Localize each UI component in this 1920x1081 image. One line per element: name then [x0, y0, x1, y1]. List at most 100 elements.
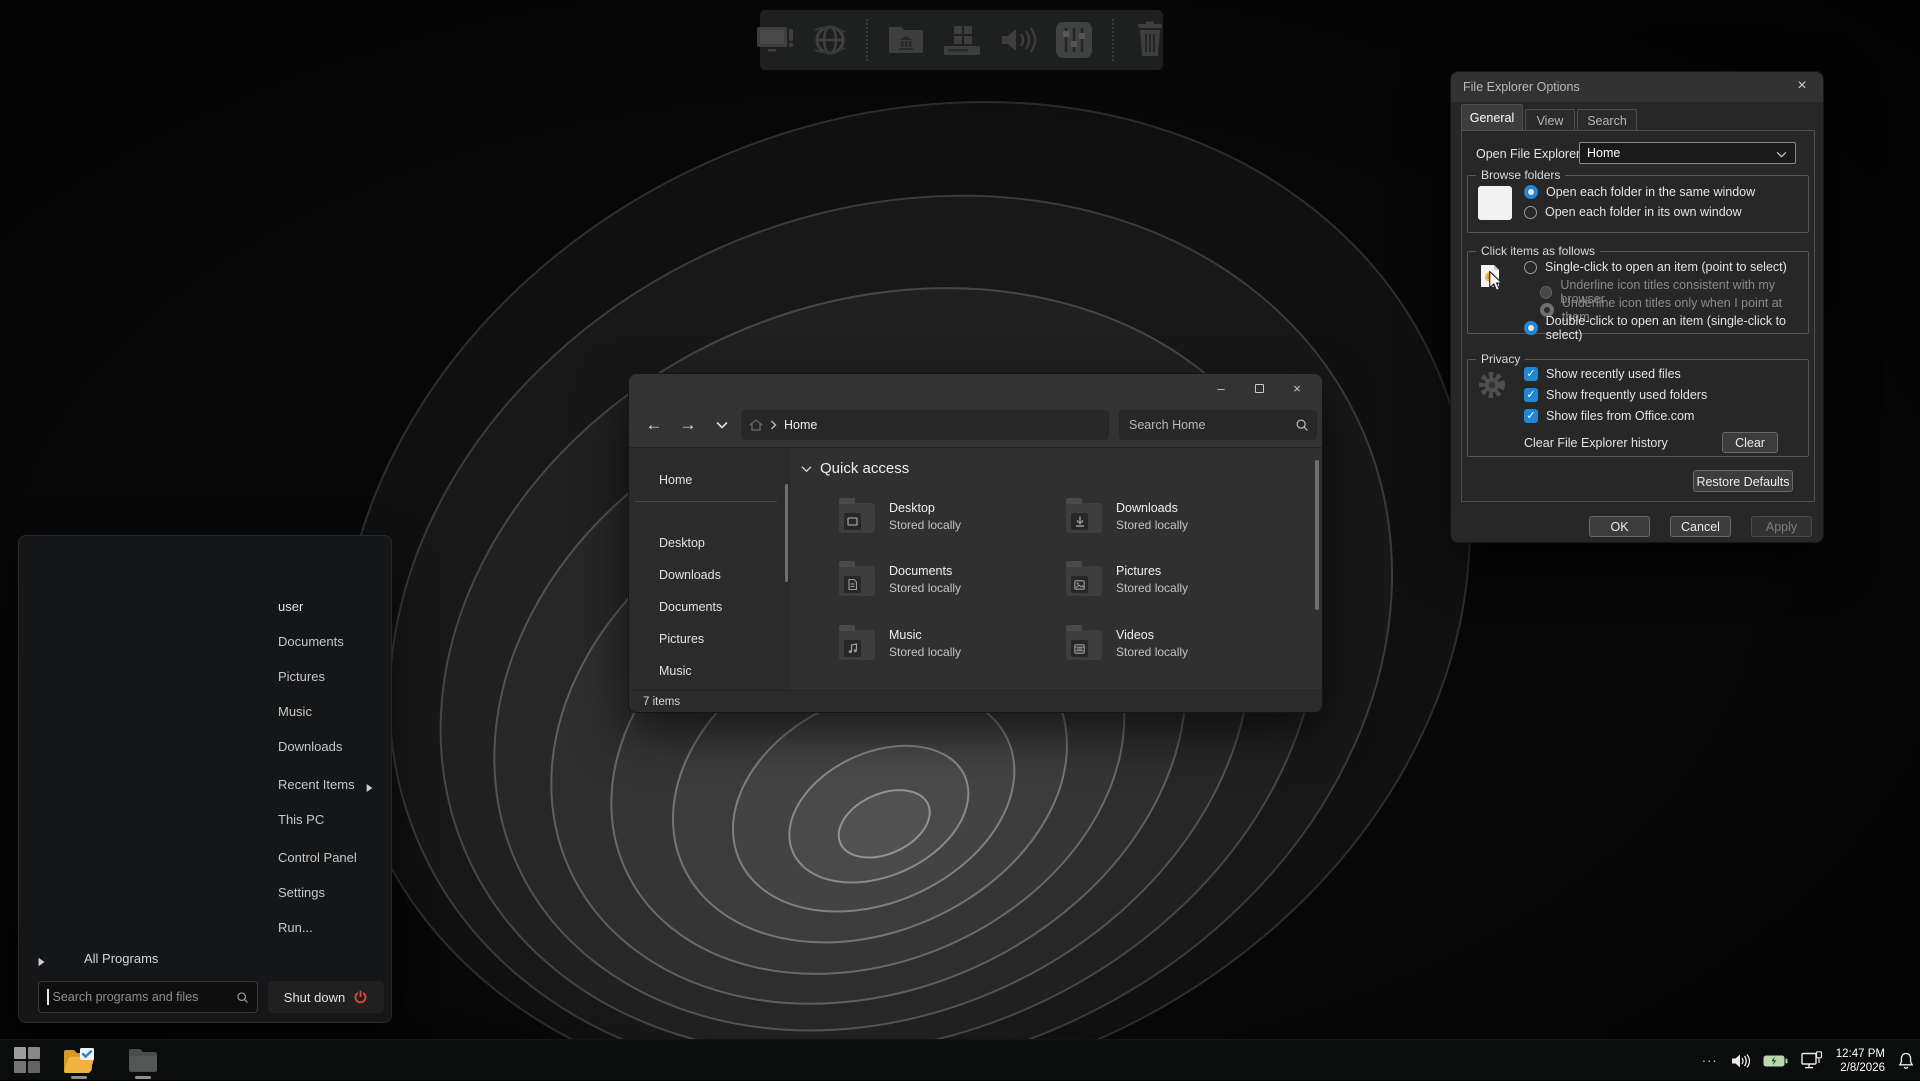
cancel-button[interactable]: Cancel [1670, 516, 1731, 537]
radio-icon [1524, 206, 1537, 219]
address-bar[interactable]: Home [741, 410, 1109, 440]
tray-date: 2/8/2026 [1836, 1061, 1885, 1075]
search-box [1119, 410, 1317, 440]
tile-videos[interactable]: Videos Stored locally [1066, 628, 1296, 668]
tile-pictures[interactable]: Pictures Stored locally [1066, 564, 1296, 604]
tab-view[interactable]: View [1525, 109, 1575, 131]
ok-button[interactable]: OK [1589, 516, 1650, 537]
close-button[interactable]: × [1278, 376, 1316, 400]
globe-icon[interactable] [812, 22, 848, 58]
checkbox-checked-icon: ✓ [1524, 367, 1538, 381]
start-item-downloads[interactable]: Downloads [278, 737, 342, 757]
downloads-folder-icon [1066, 503, 1102, 533]
submenu-arrow-icon [366, 780, 373, 798]
sidebar-divider [635, 501, 777, 502]
gear-icon [1477, 370, 1507, 400]
checkbox-office-files[interactable]: ✓ Show files from Office.com [1524, 409, 1694, 423]
checkbox-frequent-folders[interactable]: ✓ Show frequently used folders [1524, 388, 1707, 402]
status-bar: 7 items [629, 690, 1322, 712]
start-item-run[interactable]: Run... [278, 918, 313, 938]
tray-clock[interactable]: 12:47 PM 2/8/2026 [1836, 1047, 1885, 1075]
desktop-widget-bar [760, 10, 1163, 70]
radio-double-click[interactable]: Double-click to open an item (single-cli… [1524, 314, 1808, 342]
tray-overflow-icon[interactable]: ··· [1702, 1053, 1718, 1068]
tile-desktop[interactable]: Desktop Stored locally [839, 501, 1069, 541]
explorer-content: Quick access Desktop Stored locally Down… [791, 448, 1322, 690]
speaker-waves-icon[interactable] [998, 23, 1040, 57]
radio-same-window[interactable]: Open each folder in the same window [1524, 185, 1755, 199]
tile-documents[interactable]: Documents Stored locally [839, 564, 1069, 604]
close-icon[interactable]: × [1787, 72, 1817, 102]
all-programs-item[interactable]: All Programs [84, 951, 158, 966]
tab-general[interactable]: General [1461, 104, 1523, 131]
sidebar-item-music[interactable]: Music [647, 659, 767, 683]
explorer-toolbar: ← → Home [629, 402, 1322, 448]
tile-downloads[interactable]: Downloads Stored locally [1066, 501, 1296, 541]
text-caret [47, 989, 49, 1005]
checkbox-checked-icon: ✓ [1524, 409, 1538, 423]
mixer-icon[interactable] [1054, 20, 1094, 60]
volume-icon[interactable] [1731, 1053, 1750, 1069]
breadcrumb[interactable]: Home [784, 418, 817, 432]
apply-button[interactable]: Apply [1751, 516, 1812, 537]
quick-access-header[interactable]: Quick access [801, 460, 909, 477]
content-scrollbar[interactable] [1315, 460, 1319, 610]
documents-folder-icon [839, 566, 875, 596]
explorer-sidebar: Home Desktop Downloads Documents Picture… [629, 448, 791, 690]
start-item-pictures[interactable]: Pictures [278, 667, 325, 687]
radio-single-click[interactable]: Single-click to open an item (point to s… [1524, 260, 1787, 274]
radio-icon [1524, 261, 1537, 274]
display-alert-icon[interactable] [756, 23, 798, 57]
sidebar-item-documents[interactable]: Documents [647, 595, 767, 619]
tray-time: 12:47 PM [1836, 1047, 1885, 1061]
bank-folder-icon[interactable] [886, 22, 926, 58]
tile-music[interactable]: Music Stored locally [839, 628, 1069, 668]
battery-charging-icon[interactable] [1763, 1054, 1788, 1068]
file-explorer-window: – × ← → Home Home Desktop Downloads Docu… [628, 373, 1323, 713]
back-button[interactable]: ← [639, 410, 669, 440]
checkbox-recent-files[interactable]: ✓ Show recently used files [1524, 367, 1681, 381]
start-item-music[interactable]: Music [278, 702, 312, 722]
sidebar-scrollbar[interactable] [785, 484, 788, 582]
taskbar: ··· 12:47 PM 2/8/2026 [0, 1039, 1920, 1080]
open-to-dropdown[interactable]: Home [1579, 142, 1796, 164]
active-app-indicator [71, 1076, 87, 1079]
explorer-titlebar[interactable]: – × [629, 374, 1322, 402]
music-folder-icon [839, 630, 875, 660]
shutdown-button[interactable]: Shut down [268, 981, 384, 1013]
sidebar-item-pictures[interactable]: Pictures [647, 627, 767, 651]
start-search-input[interactable]: Search programs and files [38, 981, 258, 1013]
notifications-bell-icon[interactable] [1898, 1052, 1914, 1070]
history-chevron-button[interactable] [707, 410, 737, 440]
chevron-down-icon [1776, 151, 1787, 158]
radio-own-window[interactable]: Open each folder in its own window [1524, 205, 1742, 219]
start-item-control-panel[interactable]: Control Panel [278, 848, 357, 868]
sidebar-item-home[interactable]: Home [647, 468, 767, 492]
widget-bar-separator [1112, 19, 1114, 61]
start-item-documents[interactable]: Documents [278, 632, 344, 652]
home-icon [749, 419, 763, 431]
sidebar-item-downloads[interactable]: Downloads [647, 563, 767, 587]
pictures-folder-icon [1066, 566, 1102, 596]
sidebar-item-desktop[interactable]: Desktop [647, 531, 767, 555]
file-explorer-taskbar-icon[interactable] [128, 1047, 158, 1073]
start-item-recent-items[interactable]: Recent Items [278, 775, 355, 795]
windows-drive-icon[interactable] [940, 22, 984, 58]
trash-icon[interactable] [1132, 21, 1168, 59]
start-item-settings[interactable]: Settings [278, 883, 325, 903]
maximize-button[interactable] [1240, 376, 1278, 400]
network-icon[interactable] [1801, 1051, 1823, 1070]
start-item-user[interactable]: user [278, 597, 303, 617]
restore-defaults-button[interactable]: Restore Defaults [1693, 470, 1793, 492]
folder-options-taskbar-icon[interactable] [62, 1047, 96, 1075]
start-button[interactable] [14, 1047, 40, 1073]
tab-search[interactable]: Search [1577, 109, 1637, 131]
clear-button[interactable]: Clear [1722, 432, 1778, 453]
dialog-titlebar[interactable]: File Explorer Options [1451, 72, 1823, 102]
forward-button[interactable]: → [673, 410, 703, 440]
search-input[interactable] [1119, 410, 1317, 440]
dialog-title: File Explorer Options [1463, 80, 1580, 94]
minimize-button[interactable]: – [1202, 376, 1240, 400]
all-programs-arrow-icon [38, 954, 45, 972]
start-item-this-pc[interactable]: This PC [278, 810, 324, 830]
